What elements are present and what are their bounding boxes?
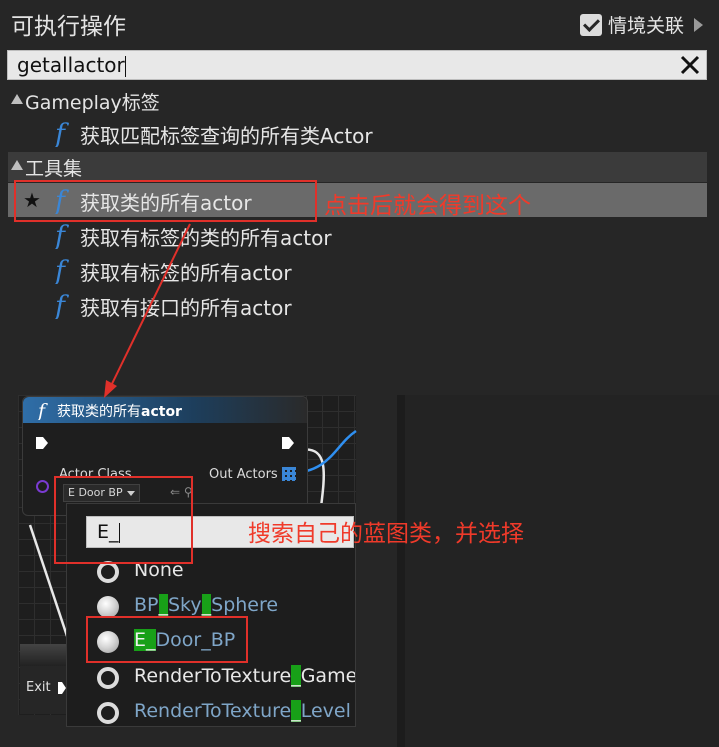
context-sensitive-label: 情境关联 xyxy=(607,15,684,37)
text-caret xyxy=(124,56,126,77)
svg-text:f: f xyxy=(53,119,69,147)
function-icon: f xyxy=(52,221,74,252)
class-option-label: RenderToTexture_Game xyxy=(134,665,356,687)
annotation-arrow xyxy=(104,223,191,398)
function-icon: f xyxy=(52,119,74,150)
class-option-label-part: _ xyxy=(291,665,301,687)
collapse-triangle-icon[interactable] xyxy=(11,160,23,170)
graph-side-area xyxy=(397,395,719,747)
panel-title: 可执行操作 xyxy=(11,14,126,40)
context-sensitive-toggle[interactable]: 情境关联 xyxy=(579,11,703,38)
category-gameplay-tags[interactable]: Gameplay标签 xyxy=(8,86,707,116)
exit-node-header xyxy=(20,644,66,666)
search-input-value: getallactor xyxy=(17,53,125,77)
class-option-label: RenderToTexture_Level xyxy=(134,700,351,722)
class-icon xyxy=(97,561,119,583)
annotation-box-class-search xyxy=(54,476,193,564)
class-option-label-part: Level xyxy=(300,700,351,722)
action-item-label: 获取匹配标签查询的所有类Actor xyxy=(80,124,373,148)
node-title: 获取类的所有 xyxy=(57,404,141,420)
annotation-click-note: 点击后就会得到这个 xyxy=(324,193,531,219)
class-option-label-part: RenderToTexture xyxy=(134,700,292,722)
class-pin-icon[interactable] xyxy=(36,480,49,493)
array-pin-icon[interactable] xyxy=(282,467,296,481)
class-option-label-part: _ xyxy=(158,594,168,616)
class-option-label-part: BP xyxy=(134,594,159,616)
exit-pin-label: Exit xyxy=(26,680,51,695)
class-option-label-part: Game xyxy=(300,665,356,687)
panel-title-bar: 可执行操作 情境关联 xyxy=(0,0,719,46)
class-option-label-part: Sky xyxy=(168,594,202,616)
category-utilities[interactable]: 工具集 xyxy=(8,152,707,182)
expand-arrow-icon[interactable] xyxy=(694,17,703,32)
action-item[interactable]: f 获取匹配标签查询的所有类Actor xyxy=(8,116,707,150)
collapse-triangle-icon[interactable] xyxy=(11,94,23,104)
node-header[interactable]: f 获取类的所有actor xyxy=(23,397,307,423)
class-option-label: BP_Sky_Sphere xyxy=(134,594,278,616)
category-label: Gameplay标签 xyxy=(25,92,160,114)
function-icon: f xyxy=(36,400,52,422)
node-title-bold: actor xyxy=(141,404,182,420)
class-option-label-part: _ xyxy=(291,700,301,722)
class-option-label-part: RenderToTexture xyxy=(134,665,292,687)
exec-in-pin-icon[interactable] xyxy=(35,436,49,450)
checkbox-checked-icon[interactable] xyxy=(579,13,602,36)
exec-out-pin-icon[interactable] xyxy=(281,436,295,450)
annotation-box-selected-item xyxy=(14,180,317,222)
svg-text:f: f xyxy=(53,256,69,284)
svg-text:f: f xyxy=(53,291,69,319)
svg-text:f: f xyxy=(36,400,48,420)
class-option[interactable]: RenderToTexture_Game xyxy=(67,660,356,696)
annotation-box-selected-class xyxy=(86,616,248,663)
function-icon: f xyxy=(52,256,74,287)
out-actors-pin-label: Out Actors xyxy=(209,467,278,482)
category-label: 工具集 xyxy=(25,158,83,180)
class-icon xyxy=(97,596,119,618)
function-icon: f xyxy=(52,291,74,322)
class-icon xyxy=(97,702,119,724)
class-icon xyxy=(97,667,119,689)
svg-text:f: f xyxy=(53,221,69,249)
clear-search-icon[interactable] xyxy=(678,53,702,77)
class-option-label-part: _ xyxy=(201,594,212,616)
annotation-search-note: 搜索自己的蓝图类，并选择 xyxy=(248,521,524,547)
class-option[interactable]: RenderToTexture_Level xyxy=(67,695,355,726)
class-option-label-part: Sphere xyxy=(211,594,279,616)
search-input[interactable]: getallactor xyxy=(7,50,707,80)
